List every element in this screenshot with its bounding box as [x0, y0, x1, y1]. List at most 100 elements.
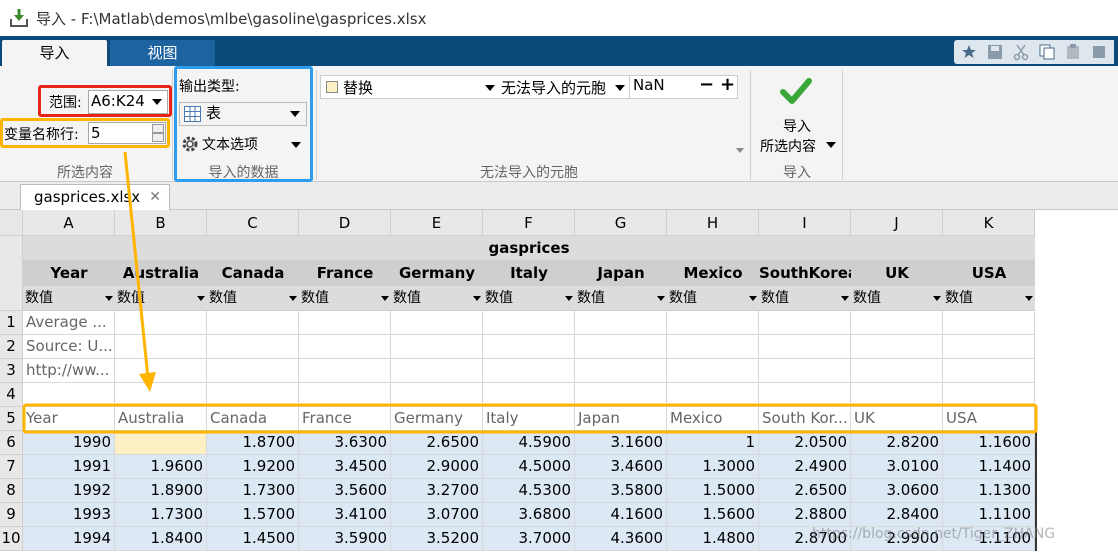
data-cell[interactable]: 2.8400 — [851, 503, 943, 527]
text-cell[interactable] — [207, 359, 299, 383]
variable-type-dropdown[interactable]: 数值 — [759, 286, 851, 311]
text-cell[interactable] — [943, 359, 1035, 383]
replacement-value-input[interactable]: NaN — [629, 76, 693, 98]
text-cell[interactable] — [115, 335, 207, 359]
data-cell[interactable]: 1994 — [23, 527, 115, 551]
row-header[interactable]: 10 — [0, 527, 23, 551]
text-cell[interactable] — [299, 335, 391, 359]
chevron-down-icon[interactable] — [1025, 296, 1033, 301]
rule-list-scrollbar[interactable] — [736, 76, 746, 156]
text-options-button[interactable]: 文本选项 — [179, 132, 307, 156]
data-cell[interactable]: 1.9200 — [207, 455, 299, 479]
data-cell[interactable]: 2.0500 — [759, 431, 851, 455]
variable-name[interactable]: Mexico — [667, 260, 759, 286]
column-header[interactable]: F — [483, 210, 575, 236]
data-cell[interactable]: 2.8200 — [851, 431, 943, 455]
row-header[interactable]: 6 — [0, 431, 23, 455]
column-header[interactable]: A — [23, 210, 115, 236]
quick-access-star-icon[interactable] — [960, 43, 978, 61]
text-cell[interactable] — [115, 311, 207, 335]
data-cell[interactable]: 1991 — [23, 455, 115, 479]
variable-name[interactable]: USA — [943, 260, 1035, 286]
chevron-down-icon[interactable] — [565, 296, 573, 301]
text-cell[interactable]: Japan — [575, 407, 667, 431]
data-cell[interactable]: 1.4500 — [207, 527, 299, 551]
column-header[interactable]: I — [759, 210, 851, 236]
data-cell[interactable]: 3.4600 — [575, 455, 667, 479]
row-header[interactable]: 5 — [0, 407, 23, 431]
text-cell[interactable] — [483, 359, 575, 383]
data-cell[interactable]: 3.2700 — [391, 479, 483, 503]
text-cell[interactable]: Source: U... — [23, 335, 115, 359]
text-cell[interactable] — [943, 311, 1035, 335]
chevron-down-icon[interactable] — [841, 296, 849, 301]
text-cell[interactable] — [483, 311, 575, 335]
data-cell[interactable]: 4.5000 — [483, 455, 575, 479]
variable-type-dropdown[interactable]: 数值 — [851, 286, 943, 311]
close-icon[interactable]: ✕ — [149, 185, 161, 209]
text-cell[interactable] — [943, 383, 1035, 407]
text-cell[interactable] — [667, 383, 759, 407]
column-header[interactable]: G — [575, 210, 667, 236]
copy-icon[interactable] — [1038, 43, 1056, 61]
text-cell[interactable] — [23, 383, 115, 407]
row-header[interactable]: 2 — [0, 335, 23, 359]
data-cell[interactable]: 1.9600 — [115, 455, 207, 479]
data-cell[interactable]: 4.1600 — [575, 503, 667, 527]
data-cell[interactable]: 4.3600 — [575, 527, 667, 551]
text-cell[interactable] — [575, 335, 667, 359]
text-cell[interactable] — [667, 359, 759, 383]
data-cell[interactable]: 3.0100 — [851, 455, 943, 479]
column-header[interactable]: D — [299, 210, 391, 236]
data-cell[interactable]: 1 — [667, 431, 759, 455]
text-cell[interactable] — [299, 383, 391, 407]
variable-name[interactable]: Italy — [483, 260, 575, 286]
data-cell[interactable]: 3.5200 — [391, 527, 483, 551]
chevron-down-icon[interactable] — [289, 296, 297, 301]
text-cell[interactable] — [575, 359, 667, 383]
chevron-down-icon[interactable] — [291, 142, 301, 148]
row-header[interactable]: 3 — [0, 359, 23, 383]
data-cell[interactable]: 1.5000 — [667, 479, 759, 503]
data-cell[interactable]: 1.8400 — [115, 527, 207, 551]
data-cell[interactable]: 3.5600 — [299, 479, 391, 503]
data-cell[interactable]: 3.5800 — [575, 479, 667, 503]
text-cell[interactable]: http://ww... — [23, 359, 115, 383]
data-cell[interactable]: 1990 — [23, 431, 115, 455]
data-cell[interactable]: 3.7000 — [483, 527, 575, 551]
stepper-down-icon[interactable] — [152, 133, 164, 142]
text-cell[interactable]: Italy — [483, 407, 575, 431]
data-cell[interactable]: 2.9000 — [391, 455, 483, 479]
text-cell[interactable] — [207, 311, 299, 335]
varnames-row-stepper[interactable]: 5 — [88, 122, 166, 144]
chevron-down-icon[interactable] — [381, 296, 389, 301]
data-cell[interactable]: 2.8800 — [759, 503, 851, 527]
chevron-down-icon[interactable] — [749, 296, 757, 301]
text-cell[interactable] — [115, 359, 207, 383]
import-selection-button[interactable]: 导入 所选内容 — [754, 74, 840, 156]
data-cell[interactable]: 1.7300 — [115, 503, 207, 527]
data-cell[interactable]: 1.3000 — [667, 455, 759, 479]
data-cell[interactable]: 2.6500 — [759, 479, 851, 503]
rule-target-value[interactable]: 无法导入的元胞 — [501, 77, 606, 98]
column-header[interactable]: J — [851, 210, 943, 236]
data-cell[interactable]: 1.1100 — [943, 503, 1035, 527]
row-header[interactable]: 4 — [0, 383, 23, 407]
variable-name[interactable]: SouthKorea — [759, 260, 851, 286]
text-cell[interactable] — [759, 335, 851, 359]
data-cell[interactable]: 3.1600 — [575, 431, 667, 455]
variable-name[interactable]: UK — [851, 260, 943, 286]
text-cell[interactable] — [391, 383, 483, 407]
text-cell[interactable]: Year — [23, 407, 115, 431]
data-cell[interactable]: 3.6300 — [299, 431, 391, 455]
data-cell[interactable]: 1.1400 — [943, 455, 1035, 479]
variable-type-dropdown[interactable]: 数值 — [667, 286, 759, 311]
stepper-up-icon[interactable] — [152, 124, 164, 133]
tab-view[interactable]: 视图 — [110, 40, 215, 66]
text-cell[interactable]: Average ... — [23, 311, 115, 335]
text-cell[interactable] — [391, 311, 483, 335]
chevron-down-icon[interactable] — [615, 85, 625, 91]
text-cell[interactable] — [391, 359, 483, 383]
scroll-down-icon[interactable] — [736, 148, 744, 153]
text-cell[interactable] — [575, 383, 667, 407]
